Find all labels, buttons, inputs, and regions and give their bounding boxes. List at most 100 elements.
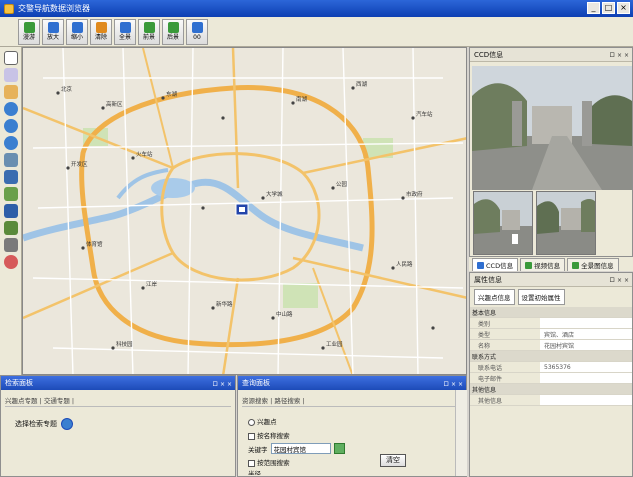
query-scrollbar[interactable] — [455, 390, 467, 476]
range-search-checkbox[interactable] — [248, 459, 255, 467]
property-group[interactable]: 其他信息 — [470, 384, 632, 395]
pan-icon — [23, 22, 35, 33]
pointer-tool-icon[interactable] — [3, 51, 18, 65]
attribute-panel-controls[interactable]: ロ × × — [609, 275, 629, 284]
title-bar: 交警导航数据浏览器 _ □ × — [0, 0, 633, 17]
keyword-input[interactable] — [270, 443, 331, 454]
tab-icon — [525, 261, 533, 269]
name-search-checkbox[interactable] — [248, 432, 255, 440]
ccd-tab[interactable]: CCD信息 — [472, 258, 519, 271]
attribute-subtabs: 兴趣点信息 设置初始属性 — [470, 287, 632, 307]
toolbar-button-play[interactable]: 00 — [186, 18, 208, 45]
full-extent-icon — [119, 22, 131, 33]
query-panel-controls[interactable]: ロ × × — [443, 379, 463, 388]
search-tool-icon[interactable] — [3, 153, 18, 167]
toolbar-button-full-extent[interactable]: 全景 — [114, 18, 136, 45]
property-key: 联系电话 — [478, 364, 503, 372]
property-row[interactable]: 其他信息 — [470, 395, 632, 406]
toolbar-button-label: 后景 — [166, 34, 179, 41]
map-tool-icon[interactable] — [3, 221, 18, 235]
query-subtabs[interactable]: 资源搜索 | 路径搜索 | — [242, 393, 462, 407]
search-panel: 检索面板 ロ × × 兴趣点专题 | 交通专题 | 选择检索专题 — [0, 375, 236, 477]
map-canvas[interactable]: 北京 高新区 东湖 南湖 西湖 开发区 火车站 大学城 公园 市政府 体育馆 江… — [23, 48, 467, 375]
radius-label: 半径 — [248, 470, 261, 475]
keyword-label: 关键字 — [248, 445, 268, 454]
ccd-main-image — [472, 66, 632, 190]
property-row[interactable]: 电子邮件 — [470, 373, 632, 384]
ccd-thumbnail[interactable] — [536, 191, 596, 255]
map-label: 西湖 — [356, 80, 368, 88]
range-search-label: 按范围搜索 — [257, 459, 290, 467]
clear-button[interactable]: 清空 — [380, 454, 406, 467]
keyword-search-icon[interactable] — [333, 443, 345, 454]
property-row[interactable]: 类别 — [470, 318, 632, 329]
property-key: 其他信息 — [478, 397, 503, 405]
toolbar-button-label: 00 — [193, 34, 201, 41]
map-label: 新华路 — [216, 300, 233, 308]
property-row[interactable]: 名称 花园村宾馆 — [470, 340, 632, 351]
route-tool-icon[interactable] — [3, 187, 18, 201]
toolbar-button-clear[interactable]: 清除 — [90, 18, 112, 45]
query-panel-header: 查询面板 ロ × × — [238, 376, 466, 390]
property-value: 花园村宾馆 — [540, 340, 632, 350]
ccd-thumbnail[interactable] — [473, 191, 533, 255]
map-label: 北京 — [61, 85, 73, 93]
toolbar-button-back[interactable]: 后景 — [162, 18, 184, 45]
close-button[interactable]: × — [617, 2, 630, 14]
minimize-button[interactable]: _ — [587, 2, 600, 14]
tab-initial-attributes[interactable]: 设置初始属性 — [517, 289, 565, 305]
toolbar-button-zoom-in[interactable]: 放大 — [42, 18, 64, 45]
search-topic-icon[interactable] — [61, 418, 73, 430]
property-row[interactable]: 联系电话 5365376 — [470, 362, 632, 373]
ccd-panel-title: CCD信息 — [474, 50, 504, 59]
zoom-in-icon — [47, 22, 59, 33]
ccd-tab-label: CCD信息 — [486, 262, 514, 270]
map-label: 东湖 — [166, 90, 178, 98]
query-panel: 查询面板 ロ × × 资源搜索 | 路径搜索 | 兴趣点 按名称搜索 关键字 按… — [237, 375, 467, 477]
search-panel-controls[interactable]: ロ × × — [212, 379, 232, 388]
property-value — [540, 318, 632, 328]
search-panel-title: 检索面板 — [5, 379, 33, 387]
ccd-tab[interactable]: 全景图信息 — [567, 258, 619, 271]
toolbar-button-label: 全景 — [118, 34, 131, 41]
ccd-panel: CCD信息 ロ × × — [469, 47, 633, 257]
map-label: 火车站 — [136, 150, 153, 158]
road-tool-icon[interactable] — [3, 85, 18, 99]
ccd-tab[interactable]: 视频信息 — [520, 258, 566, 271]
property-value: 5365376 — [540, 362, 632, 372]
zoom-tool-icon[interactable] — [3, 102, 18, 116]
tab-icon — [477, 261, 484, 269]
map-view[interactable]: 北京 高新区 东湖 南湖 西湖 开发区 火车站 大学城 公园 市政府 体育馆 江… — [22, 47, 467, 375]
identify-tool-icon[interactable] — [3, 136, 18, 150]
property-group-label: 基本信息 — [472, 309, 497, 317]
property-group[interactable]: 联系方式 — [470, 351, 632, 362]
property-value — [540, 395, 632, 405]
toolbar-button-label: 漫游 — [22, 34, 35, 41]
property-row[interactable]: 类型 宾馆、酒店 — [470, 329, 632, 340]
layer-tool-icon[interactable] — [3, 68, 18, 82]
property-grid: 基本信息 类别 类型 宾馆、酒店 名称 花园村宾馆 联系方式 联系电话 5365376 电子邮件其… — [470, 307, 632, 406]
map-label: 大学城 — [266, 190, 283, 198]
toolbar-button-zoom-out[interactable]: 缩小 — [66, 18, 88, 45]
main-toolbar: 漫游 放大 缩小 清除 全景 前景 后景 00 — [0, 17, 633, 47]
toolbar-button-forward[interactable]: 前景 — [138, 18, 160, 45]
poi-radio[interactable] — [248, 418, 255, 426]
poi-radio-label: 兴趣点 — [257, 418, 277, 426]
property-key: 名称 — [478, 342, 491, 350]
tab-poi-info[interactable]: 兴趣点信息 — [474, 289, 515, 305]
attribute-panel: 属性信息 ロ × × 兴趣点信息 设置初始属性 基本信息 类别 类型 宾馆、酒店 名称 花… — [469, 272, 633, 477]
settings-tool-icon[interactable] — [3, 255, 18, 269]
property-group[interactable]: 基本信息 — [470, 307, 632, 318]
search-subtabs[interactable]: 兴趣点专题 | 交通专题 | — [5, 393, 231, 407]
query-panel-title: 查询面板 — [242, 379, 270, 387]
clear-icon — [95, 22, 107, 33]
toolbar-button-pan[interactable]: 漫游 — [18, 18, 40, 45]
ccd-panel-controls[interactable]: ロ × × — [609, 50, 629, 59]
zoom-out-tool-icon[interactable] — [3, 119, 18, 133]
edit-tool-icon[interactable] — [3, 204, 18, 218]
bus-tool-icon[interactable] — [3, 170, 18, 184]
measure-tool-icon[interactable] — [3, 238, 18, 252]
maximize-button[interactable]: □ — [602, 2, 615, 14]
map-label: 开发区 — [71, 160, 88, 168]
property-key: 电子邮件 — [478, 375, 503, 383]
